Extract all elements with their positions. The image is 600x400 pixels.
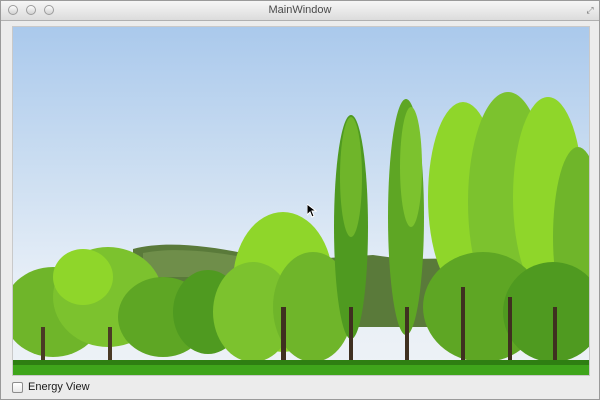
landscape-image xyxy=(13,92,589,375)
energy-view-toggle[interactable]: Energy View xyxy=(12,380,90,394)
energy-view-checkbox[interactable] xyxy=(12,381,23,393)
mouse-pointer-icon xyxy=(307,204,317,218)
tree-group-middle xyxy=(213,212,353,367)
tree-group-right xyxy=(423,92,589,367)
main-window: MainWindow ⤢ Energy View xyxy=(0,0,600,400)
fullscreen-icon[interactable]: ⤢ xyxy=(585,5,595,15)
energy-view-label[interactable]: Energy View xyxy=(28,381,90,393)
image-view[interactable] xyxy=(12,26,590,376)
title-bar[interactable]: MainWindow ⤢ xyxy=(1,1,599,21)
window-title: MainWindow xyxy=(268,4,332,16)
